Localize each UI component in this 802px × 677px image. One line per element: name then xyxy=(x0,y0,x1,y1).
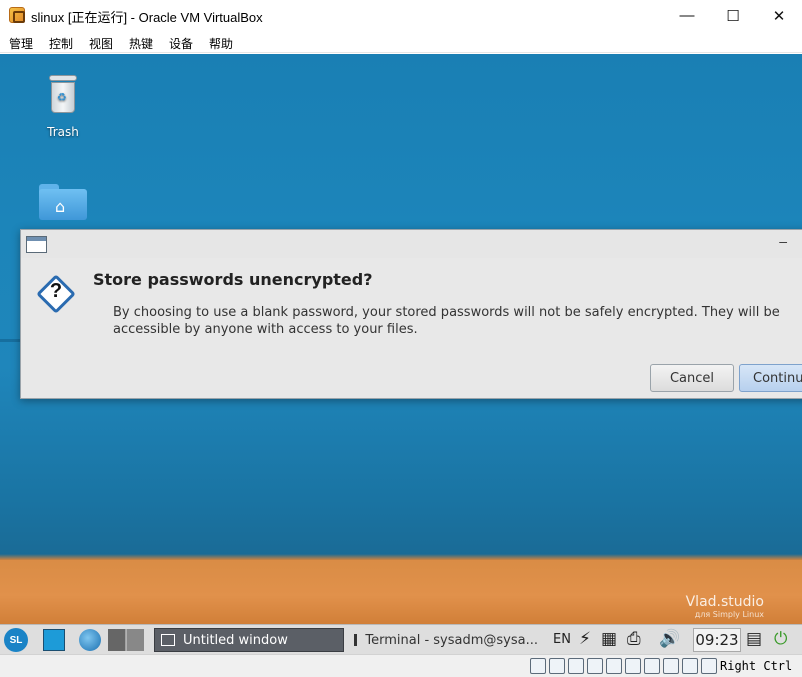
virtualization-icon[interactable] xyxy=(682,658,698,674)
task-label: Terminal - sysadm@sysa... xyxy=(365,632,538,648)
hard-disk-icon[interactable] xyxy=(530,658,546,674)
virtualbox-app-icon xyxy=(9,7,25,23)
menu-control[interactable]: 控制 xyxy=(49,35,73,52)
workspace-switcher-icon[interactable] xyxy=(108,629,144,651)
usb-icon[interactable] xyxy=(606,658,622,674)
volume-icon[interactable]: 🔊 xyxy=(659,629,680,649)
keyboard-capture-icon[interactable] xyxy=(701,658,717,674)
recording-icon[interactable] xyxy=(663,658,679,674)
window-icon xyxy=(26,236,47,253)
host-key-label: Right Ctrl xyxy=(720,659,793,673)
menu-hotkeys[interactable]: 热键 xyxy=(129,35,153,52)
close-button[interactable]: ✕ xyxy=(756,0,802,31)
window-icon xyxy=(161,634,175,646)
trash-icon: ♻ xyxy=(48,75,78,113)
window-titlebar: slinux [正在运行] - Oracle VM VirtualBox — ☐… xyxy=(0,0,802,31)
menu-bar: 管理 控制 视图 热键 设备 帮助 xyxy=(0,31,802,53)
display-icon[interactable]: ▦ xyxy=(601,629,617,649)
menu-help[interactable]: 帮助 xyxy=(209,35,233,52)
optical-drive-icon[interactable] xyxy=(549,658,565,674)
show-desktop-icon[interactable] xyxy=(43,629,65,651)
audio-icon[interactable] xyxy=(568,658,584,674)
desktop-icon-label: Trash xyxy=(47,125,79,139)
guest-taskbar: SL Untitled window Terminal - sysadm@sys… xyxy=(0,624,802,654)
wallpaper-shore xyxy=(0,554,802,560)
clock[interactable]: 09:23 xyxy=(693,628,741,652)
printer-icon[interactable]: ⎙ xyxy=(627,629,641,649)
wallpaper-watermark: Vlad.studio для Simply Linux xyxy=(686,594,764,619)
task-terminal[interactable]: Terminal - sysadm@sysa... xyxy=(348,628,538,652)
task-label: Untitled window xyxy=(183,632,288,648)
display-settings-icon[interactable] xyxy=(644,658,660,674)
dialog-titlebar: – xyxy=(21,230,802,258)
home-folder-icon: ⌂ xyxy=(39,182,87,220)
logout-icon[interactable]: ⏻ xyxy=(774,629,787,649)
cancel-button[interactable]: Cancel xyxy=(650,364,734,392)
keyboard-layout-indicator[interactable]: EN xyxy=(553,632,571,647)
task-untitled-window[interactable]: Untitled window xyxy=(154,628,344,652)
power-icon[interactable]: ⚡ xyxy=(579,629,591,649)
browser-icon[interactable] xyxy=(79,629,101,651)
continue-button[interactable]: Continue xyxy=(739,364,802,392)
watermark-brand: Vlad.studio xyxy=(685,594,764,610)
menu-devices[interactable]: 设备 xyxy=(169,35,193,52)
virtualbox-statusbar: Right Ctrl xyxy=(0,654,802,677)
desktop-icon-home[interactable]: ⌂ xyxy=(38,182,88,220)
question-icon: ? xyxy=(36,274,76,314)
updates-icon[interactable]: ▤ xyxy=(746,629,762,649)
window-title: slinux [正在运行] - Oracle VM VirtualBox xyxy=(31,10,263,25)
shared-folders-icon[interactable] xyxy=(625,658,641,674)
network-icon[interactable] xyxy=(587,658,603,674)
dialog-title: Store passwords unencrypted? xyxy=(93,270,373,289)
desktop-icon-trash[interactable]: ♻ Trash xyxy=(38,75,88,139)
minimize-button[interactable]: — xyxy=(664,0,710,31)
dialog-message: By choosing to use a blank password, you… xyxy=(113,305,780,337)
menu-view[interactable]: 视图 xyxy=(89,35,113,52)
terminal-icon xyxy=(354,634,358,646)
store-passwords-dialog: – ? Store passwords unencrypted? By choo… xyxy=(20,229,802,399)
maximize-button[interactable]: ☐ xyxy=(710,0,756,31)
simply-linux-menu-button[interactable]: SL xyxy=(4,628,28,652)
menu-manage[interactable]: 管理 xyxy=(9,35,33,52)
watermark-sub: для Simply Linux xyxy=(694,610,764,619)
dialog-minimize-button[interactable]: – xyxy=(779,233,787,249)
